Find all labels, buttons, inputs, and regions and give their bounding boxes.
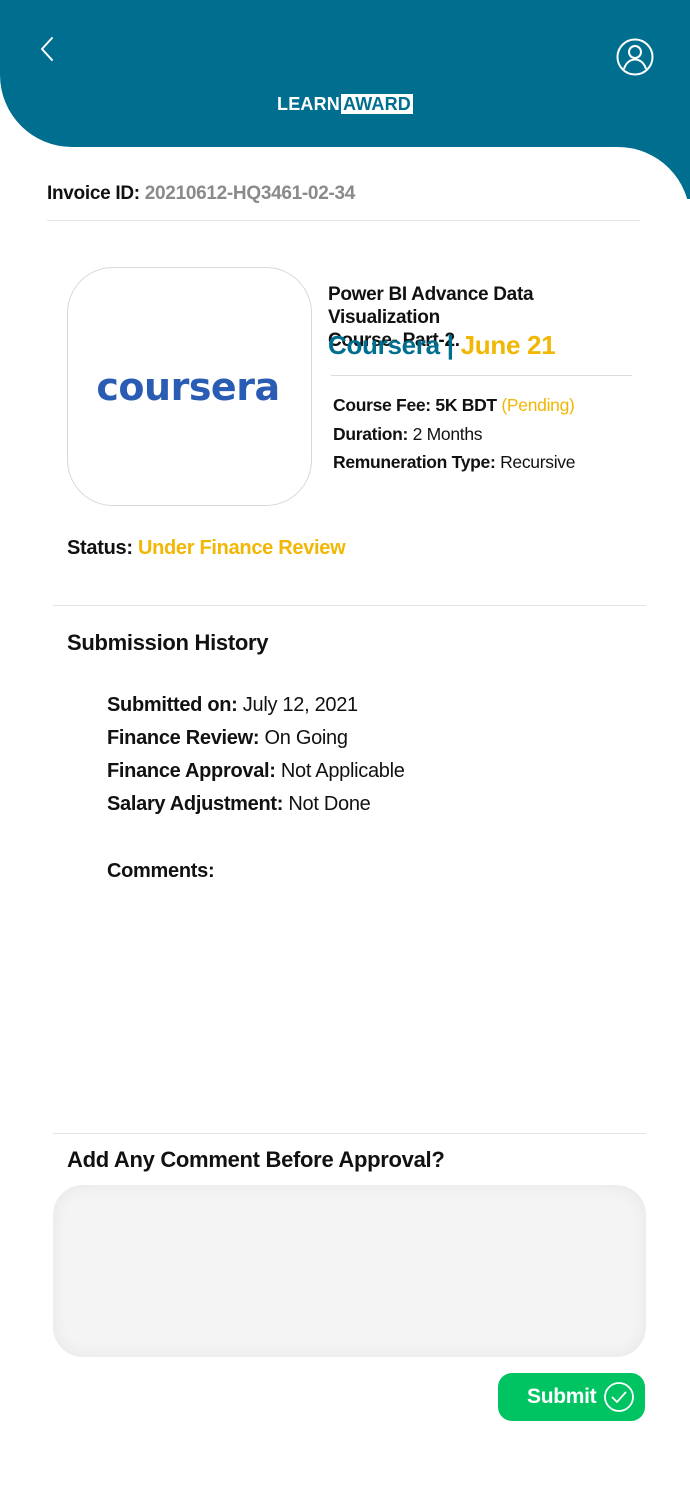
divider xyxy=(331,375,632,376)
divider xyxy=(53,605,646,606)
duration-label: Duration: xyxy=(333,424,409,444)
history-item: Salary Adjustment: Not Done xyxy=(107,793,371,816)
course-fee: Course Fee: 5K BDT (Pending) xyxy=(333,395,575,416)
header-curve-decoration xyxy=(618,147,690,199)
approval-comment-title: Add Any Comment Before Approval? xyxy=(67,1147,445,1172)
history-label: Submitted on: xyxy=(107,694,238,716)
logo-award-text: AWARD xyxy=(341,94,413,114)
duration-value: 2 Months xyxy=(412,424,483,444)
history-label: Salary Adjustment: xyxy=(107,793,284,815)
chevron-left-icon xyxy=(41,37,53,61)
history-item: Finance Approval: Not Applicable xyxy=(107,760,405,783)
fee-label: Course Fee: xyxy=(333,395,431,415)
course-remuneration: Remuneration Type: Recursive xyxy=(333,452,575,473)
comments-label: Comments: xyxy=(107,860,215,883)
back-button[interactable] xyxy=(34,32,62,66)
fee-value: 5K BDT xyxy=(435,395,497,415)
course-date: June 21 xyxy=(460,330,556,360)
app-header: LEARN AWARD xyxy=(0,0,690,147)
check-circle-icon xyxy=(604,1382,634,1412)
history-item: Submitted on: July 12, 2021 xyxy=(107,694,358,717)
course-duration: Duration: 2 Months xyxy=(333,424,483,445)
approval-comment-input[interactable] xyxy=(53,1185,646,1357)
history-value: Not Done xyxy=(288,793,371,815)
invoice-id: Invoice ID: 20210612-HQ3461-02-34 xyxy=(47,183,355,205)
divider xyxy=(53,1133,646,1134)
history-value: July 12, 2021 xyxy=(242,694,358,716)
invoice-label: Invoice ID: xyxy=(47,183,140,204)
svg-text:coursera: coursera xyxy=(96,365,279,409)
divider xyxy=(47,220,640,221)
history-value: Not Applicable xyxy=(280,760,405,782)
coursera-logo: coursera xyxy=(96,365,280,409)
history-item: Finance Review: On Going xyxy=(107,727,348,750)
history-label: Finance Approval: xyxy=(107,760,276,782)
logo-learn-text: LEARN xyxy=(277,94,340,114)
profile-button[interactable] xyxy=(615,37,655,77)
fee-status: (Pending) xyxy=(501,395,575,415)
history-label: Finance Review: xyxy=(107,727,260,749)
submit-label: Submit xyxy=(527,1385,597,1408)
status-label: Status: xyxy=(67,537,133,559)
status: Status: Under Finance Review xyxy=(67,537,346,560)
history-value: On Going xyxy=(264,727,349,749)
remuneration-value: Recursive xyxy=(500,452,576,472)
submission-history-title: Submission History xyxy=(67,630,269,655)
remuneration-label: Remuneration Type: xyxy=(333,452,496,472)
provider-separator: | xyxy=(446,330,454,360)
status-value: Under Finance Review xyxy=(137,537,346,559)
app-logo: LEARN AWARD xyxy=(0,94,690,115)
course-title-line1: Power BI Advance Data Visualization xyxy=(328,284,534,328)
course-provider-date: Coursera | June 21 xyxy=(328,330,556,361)
user-circle-icon xyxy=(616,38,654,76)
submit-button[interactable]: Submit xyxy=(498,1373,645,1421)
comments-label-text: Comments: xyxy=(107,860,215,882)
course-provider: Coursera xyxy=(328,330,440,360)
invoice-value: 20210612-HQ3461-02-34 xyxy=(144,183,356,204)
